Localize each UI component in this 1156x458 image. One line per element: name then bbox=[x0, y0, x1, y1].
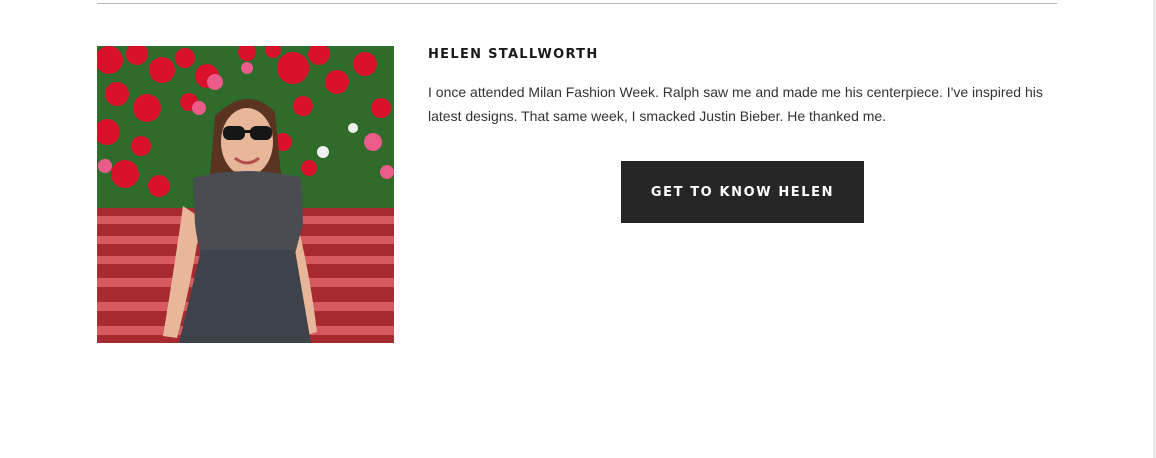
get-to-know-button[interactable]: GET TO KNOW HELEN bbox=[621, 161, 864, 223]
profile-photo bbox=[97, 46, 394, 343]
profile-bio: I once attended Milan Fashion Week. Ralp… bbox=[428, 84, 1043, 124]
profile-name: HELEN STALLWORTH bbox=[428, 47, 599, 62]
section-divider bbox=[97, 3, 1057, 4]
page: HELEN STALLWORTH I once attended Milan F… bbox=[0, 0, 1156, 458]
